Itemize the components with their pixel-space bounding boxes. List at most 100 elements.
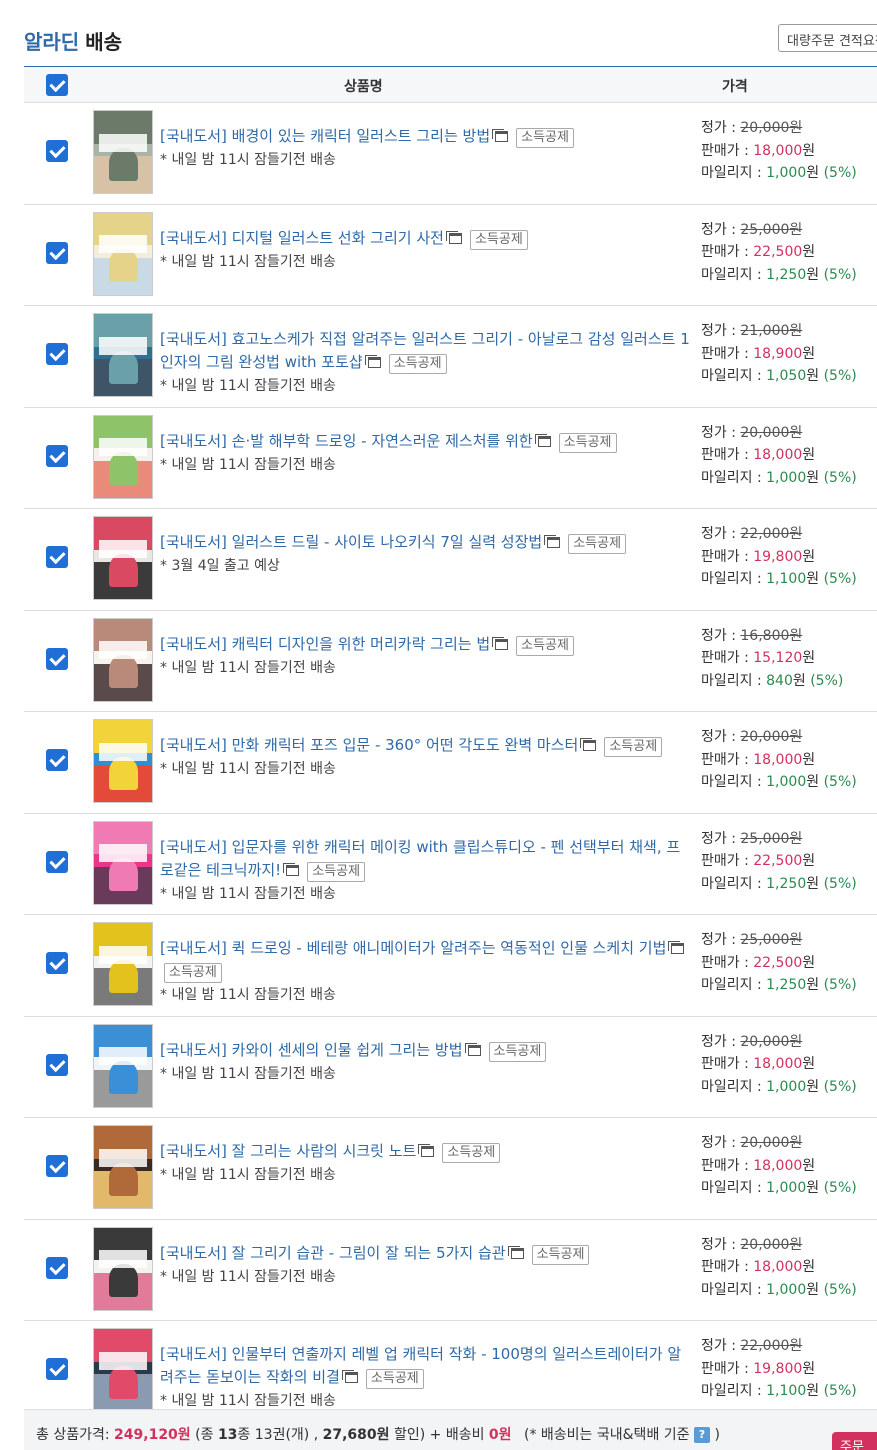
list-price-value: 20,000 xyxy=(740,120,790,136)
new-window-icon[interactable] xyxy=(492,636,509,650)
item-checkbox[interactable] xyxy=(46,850,68,873)
book-cover[interactable] xyxy=(93,1226,153,1311)
new-window-icon[interactable] xyxy=(544,535,561,548)
income-deduction-badge: 소득공제 xyxy=(469,229,528,250)
mileage-percent: (5%) xyxy=(823,368,857,384)
list-price: 25,000원 xyxy=(740,222,802,238)
price-block: 정가 : 20,000원 판매가 : 18,000원 마일리지 : 1,000원 (… xyxy=(701,1132,857,1200)
new-window-icon[interactable] xyxy=(364,355,381,368)
book-cover[interactable] xyxy=(93,110,153,194)
item-title-link[interactable]: [국내도서] 캐릭터 디자인을 위한 머리카락 그리는 법 xyxy=(160,635,490,653)
cart-item-row: [국내도서] 입문자를 위한 캐릭터 메이킹 with 클립스튜디오 - 펜 선… xyxy=(24,814,877,915)
delivery-estimate: * 내일 밤 11시 잠들기전 배송 xyxy=(160,1167,336,1183)
mileage-value: 1,000 xyxy=(766,1180,807,1196)
item-info: [국내도서] 효고노스케가 직접 알려주는 일러스트 그리기 - 아날로그 감성… xyxy=(160,328,690,398)
book-cover[interactable] xyxy=(93,1328,153,1412)
new-window-icon[interactable] xyxy=(464,1042,481,1056)
list-price-value: 20,000 xyxy=(740,1236,790,1253)
item-title-link[interactable]: [국내도서] 잘 그리는 사람의 시크릿 노트 xyxy=(160,1142,416,1160)
new-window-icon[interactable] xyxy=(492,129,509,142)
list-price-value: 22,000 xyxy=(740,526,790,542)
book-cover[interactable] xyxy=(93,414,153,499)
item-checkbox[interactable] xyxy=(46,444,68,467)
new-window-icon[interactable] xyxy=(341,1370,358,1383)
item-checkbox[interactable] xyxy=(46,1155,68,1177)
won-unit: 원 xyxy=(806,469,820,486)
item-title-link[interactable]: [국내도서] 손·발 해부학 드로잉 - 자연스러운 제스처를 위한 xyxy=(160,432,533,450)
book-cover[interactable] xyxy=(93,719,153,803)
cart-rows: [국내도서] 배경이 있는 캐릭터 일러스트 그리는 방법소득공제 * 내일 밤 … xyxy=(24,103,877,1423)
total-label: 총 상품가격: xyxy=(36,1427,115,1443)
price-block: 정가 : 22,000원 판매가 : 19,800원 마일리지 : 1,100원 (… xyxy=(701,523,857,591)
delivery-estimate: * 3월 4일 출고 예상 xyxy=(160,558,280,574)
cover-title-block xyxy=(98,1250,148,1269)
sale-price-label: 판매가 : xyxy=(701,1360,754,1377)
item-checkbox[interactable] xyxy=(46,546,68,568)
cart-item-row: [국내도서] 만화 캐릭터 포즈 입문 - 360° 어떤 각도도 완벽 마스터… xyxy=(24,712,877,814)
item-title-link[interactable]: [국내도서] 배경이 있는 캐릭터 일러스트 그리는 방법 xyxy=(160,127,490,145)
help-icon[interactable]: ? xyxy=(693,1427,710,1443)
book-cover[interactable] xyxy=(93,313,153,397)
delivery-estimate: * 내일 밤 11시 잠들기전 배송 xyxy=(160,1065,336,1082)
mileage-label: 마일리지 : xyxy=(701,165,767,181)
won-unit: 원 xyxy=(789,526,803,542)
new-window-icon[interactable] xyxy=(580,738,597,751)
new-window-icon[interactable] xyxy=(283,862,300,876)
book-cover[interactable] xyxy=(93,617,153,702)
book-cover[interactable] xyxy=(93,516,153,600)
mileage-percent: (5%) xyxy=(823,875,857,892)
mileage-line: 마일리지 : 1,250원 (5%) xyxy=(701,873,857,896)
new-window-icon[interactable] xyxy=(507,1245,524,1259)
item-title-link[interactable]: [국내도서] 잘 그리기 습관 - 그림이 잘 되는 5가지 습관 xyxy=(160,1244,506,1262)
item-checkbox[interactable] xyxy=(46,647,68,670)
mileage-percent: (5%) xyxy=(823,571,857,587)
book-cover[interactable] xyxy=(93,1125,153,1209)
cart-item-row: [국내도서] 일러스트 드릴 - 사이토 나오키식 7일 실력 성장법 소득공제 *… xyxy=(24,509,877,611)
list-price: 16,800원 xyxy=(740,628,802,644)
item-checkbox[interactable] xyxy=(46,1053,68,1076)
item-checkbox[interactable] xyxy=(46,952,68,974)
item-title-link[interactable]: [국내도서] 일러스트 드릴 - 사이토 나오키식 7일 실력 성장법 xyxy=(160,533,542,551)
item-title-link[interactable]: [국내도서] 만화 캐릭터 포즈 입문 - 360° 어떤 각도도 완벽 마스터 xyxy=(160,736,578,754)
mileage-label: 마일리지 : xyxy=(701,266,767,283)
order-button[interactable]: 주문하기 xyxy=(832,1432,877,1450)
income-deduction-badge: 소득공제 xyxy=(164,963,222,983)
item-title-link[interactable]: [국내도서] 퀵 드로잉 - 베테랑 애니메이터가 알려주는 역동적인 인물 스… xyxy=(160,939,666,957)
list-price-value: 20,000 xyxy=(740,729,790,745)
item-checkbox[interactable] xyxy=(46,343,68,365)
price-block: 정가 : 25,000원 판매가 : 22,500원 마일리지 : 1,250원 (… xyxy=(701,828,857,896)
new-window-icon[interactable] xyxy=(668,941,685,954)
new-window-icon[interactable] xyxy=(445,230,462,244)
won-unit: 원 xyxy=(792,672,806,689)
new-window-icon[interactable] xyxy=(418,1144,435,1157)
mileage-line: 마일리지 : 1,000원 (5%) xyxy=(701,162,857,185)
item-checkbox[interactable] xyxy=(46,749,68,771)
book-cover[interactable] xyxy=(93,922,153,1006)
mileage-percent: (5%) xyxy=(823,1180,857,1196)
item-title-link[interactable]: [국내도서] 카와이 센세의 인물 쉽게 그리는 방법 xyxy=(160,1041,463,1059)
item-checkbox[interactable] xyxy=(46,1358,68,1380)
sale-price-label: 판매가 : xyxy=(701,751,754,768)
shipping-note-text: (* 배송비는 국내&택배 기준 xyxy=(524,1427,690,1443)
sale-price-value: 22,500 xyxy=(753,954,803,971)
price-block: 정가 : 16,800원 판매가 : 15,120원 마일리지 : 840원 (5%… xyxy=(701,625,843,693)
bulk-order-button[interactable]: 대량주문 견적요청 xyxy=(778,24,877,52)
sale-price-line: 판매가 : 19,800원 xyxy=(701,1358,857,1381)
item-checkbox[interactable] xyxy=(46,140,68,162)
item-checkbox[interactable] xyxy=(46,1256,68,1279)
item-title-link[interactable]: [국내도서] 입문자를 위한 캐릭터 메이킹 with 클립스튜디오 - 펜 선… xyxy=(160,838,680,879)
book-cover[interactable] xyxy=(93,211,153,296)
mileage-label: 마일리지 : xyxy=(701,1180,767,1196)
item-title-link[interactable]: [국내도서] 디지털 일러스트 선화 그리기 사전 xyxy=(160,229,444,247)
book-cover[interactable] xyxy=(93,820,153,905)
list-price-value: 25,000 xyxy=(740,221,790,238)
list-price-line: 정가 : 20,000원 xyxy=(701,1132,857,1155)
select-all-checkbox[interactable] xyxy=(46,74,68,96)
item-checkbox[interactable] xyxy=(46,241,68,264)
won-unit: 원 xyxy=(802,244,816,260)
new-window-icon[interactable] xyxy=(534,433,551,447)
book-cover[interactable] xyxy=(93,1023,153,1108)
mileage-value: 1,000 xyxy=(766,165,807,181)
mileage-percent: (5%) xyxy=(823,165,857,181)
list-price-line: 정가 : 16,800원 xyxy=(701,625,843,648)
